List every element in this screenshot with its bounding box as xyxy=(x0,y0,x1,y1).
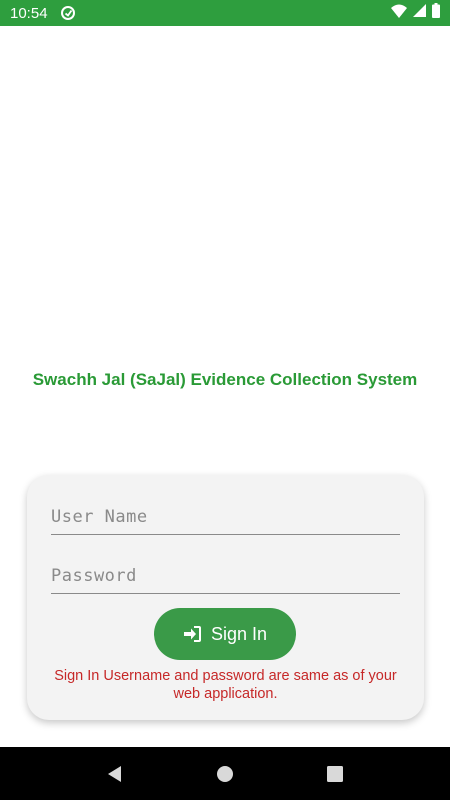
home-icon[interactable] xyxy=(213,762,237,786)
login-note: Sign In Username and password are same a… xyxy=(54,668,397,702)
login-card: Sign In Sign In Username and password ar… xyxy=(27,475,424,720)
username-field-container xyxy=(51,499,400,535)
password-input[interactable] xyxy=(51,558,400,593)
wifi-icon xyxy=(391,4,407,23)
app-notification-icon xyxy=(60,5,76,21)
app-title: Swachh Jal (SaJal) Evidence Collection S… xyxy=(32,370,418,389)
sign-in-button[interactable]: Sign In xyxy=(154,608,296,660)
status-time: 10:54 xyxy=(10,4,48,22)
recents-icon[interactable] xyxy=(323,762,347,786)
status-icons xyxy=(391,3,440,23)
password-field-container xyxy=(51,558,400,594)
sign-in-label: Sign In xyxy=(210,623,268,644)
username-input[interactable] xyxy=(51,499,400,534)
nav-bar xyxy=(0,747,450,800)
back-icon[interactable] xyxy=(103,762,127,786)
status-bar: 10:54 xyxy=(0,0,450,26)
sign-in-icon xyxy=(183,625,201,643)
battery-icon xyxy=(432,3,440,23)
signal-icon xyxy=(413,4,426,22)
